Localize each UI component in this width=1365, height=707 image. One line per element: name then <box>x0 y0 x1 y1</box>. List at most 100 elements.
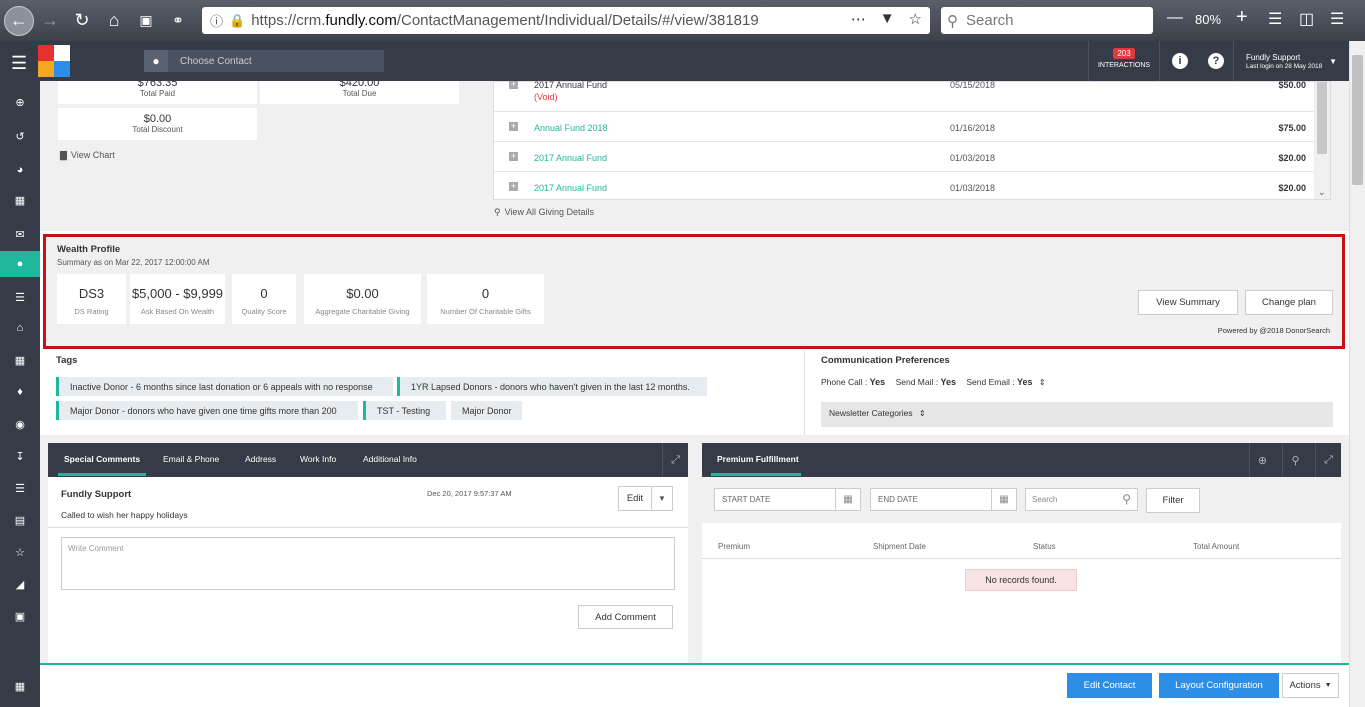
back-button[interactable]: ← <box>4 5 34 36</box>
choose-contact-select[interactable]: ● Choose Contact <box>144 50 384 72</box>
tag-item[interactable]: Major Donor <box>451 401 522 420</box>
info-icon[interactable]: i <box>1172 53 1188 69</box>
expand-plus-icon[interactable]: + <box>509 152 518 161</box>
giving-scrollbar-thumb[interactable] <box>1317 82 1327 154</box>
chevron-down-icon[interactable]: ⌄ <box>1318 187 1326 198</box>
library-icon[interactable]: ☰ <box>1268 9 1282 29</box>
download-icon[interactable]: ↧ <box>0 443 40 469</box>
private-mask-icon[interactable]: ⚭ <box>162 5 194 37</box>
browser-search-input[interactable]: ⚲ Search <box>941 7 1153 34</box>
giving-scrollbar[interactable]: ⌄ <box>1314 82 1330 199</box>
layers-icon[interactable]: ☰ <box>0 284 40 310</box>
forward-button[interactable]: → <box>34 5 66 37</box>
zoom-in-icon[interactable]: + <box>1236 6 1248 29</box>
layout-configuration-button[interactable]: Layout Configuration <box>1159 673 1279 698</box>
tab-additional-info[interactable]: Additional Info <box>363 454 417 464</box>
pocket-icon[interactable]: ▼ <box>880 10 895 28</box>
help-icon[interactable]: ? <box>1208 53 1224 69</box>
filter-button[interactable]: Filter <box>1146 488 1200 513</box>
expand-plus-icon[interactable]: + <box>509 182 518 191</box>
reload-button[interactable]: ↻ <box>66 5 98 37</box>
edit-contact-button[interactable]: Edit Contact <box>1067 673 1152 698</box>
add-icon[interactable]: ⊕ <box>0 89 40 115</box>
tag-item[interactable]: Major Donor - donors who have given one … <box>56 401 358 420</box>
table-row[interactable]: + 2017 Annual Fund (Void) 05/15/2018 $50… <box>494 81 1316 112</box>
table-row[interactable]: + 2017 Annual Fund 01/03/2018 $20.00 <box>494 172 1316 202</box>
menu-icon[interactable]: ☰ <box>1330 9 1344 29</box>
monitor-icon[interactable]: ▣ <box>0 603 40 629</box>
fund-link[interactable]: 2017 Annual Fund <box>534 183 607 193</box>
new-tab-icon[interactable]: ▣ <box>130 5 162 37</box>
zoom-out-icon[interactable]: — <box>1167 9 1183 27</box>
edit-comment-button[interactable]: Edit ▼ <box>618 486 673 511</box>
hamburger-menu-icon[interactable]: ☰ <box>11 53 27 74</box>
view-summary-button[interactable]: View Summary <box>1138 290 1238 315</box>
tag-item[interactable]: TST - Testing <box>363 401 446 420</box>
page-scrollbar-thumb[interactable] <box>1352 55 1363 185</box>
change-plan-button[interactable]: Change plan <box>1245 290 1333 315</box>
run-icon[interactable]: ☆ <box>0 539 40 565</box>
tab-work-info[interactable]: Work Info <box>300 454 336 464</box>
end-date-input[interactable]: END DATE ▦ <box>870 488 1017 511</box>
caret-down-icon[interactable]: ▼ <box>652 487 672 510</box>
expand-plus-icon[interactable]: + <box>509 81 518 89</box>
tab-email-phone[interactable]: Email & Phone <box>163 454 219 464</box>
tag-item[interactable]: Inactive Donor - 6 months since last don… <box>56 377 393 396</box>
column-header[interactable]: Premium <box>718 542 750 551</box>
history-icon[interactable]: ↺ <box>0 123 40 149</box>
column-header[interactable]: Total Amount <box>1193 542 1239 551</box>
tab-special-comments[interactable]: Special Comments <box>64 454 140 464</box>
table-row[interactable]: + Annual Fund 2018 01/16/2018 $75.00 <box>494 112 1316 142</box>
expand-plus-icon[interactable]: + <box>509 122 518 131</box>
table-row[interactable]: + 2017 Annual Fund 01/03/2018 $20.00 <box>494 142 1316 172</box>
id-card-icon[interactable]: ▤ <box>0 507 40 533</box>
start-date-input[interactable]: START DATE ▦ <box>714 488 861 511</box>
restaurant-icon[interactable]: ☰ <box>0 475 40 501</box>
add-circle-icon[interactable]: ⊕ <box>1249 443 1275 477</box>
home-icon[interactable]: ⌂ <box>98 5 130 37</box>
fund-link[interactable]: Annual Fund 2018 <box>534 123 608 133</box>
calendar-icon[interactable]: ▦ <box>835 489 860 510</box>
sort-icon[interactable]: ⇕ <box>1039 378 1046 387</box>
sidebar-icon[interactable]: ◫ <box>1299 9 1314 29</box>
calendar-icon[interactable]: ▦ <box>0 347 40 373</box>
money-bag-icon[interactable]: ◉ <box>0 411 40 437</box>
mail-icon[interactable]: ✉ <box>0 221 40 247</box>
expand-icon[interactable]: ⤢ <box>662 443 688 477</box>
ticket-icon[interactable]: ♦ <box>0 379 40 405</box>
info-icon[interactable]: ⓘ <box>210 11 223 30</box>
interactions-button[interactable]: 203 INTERACTIONS <box>1088 41 1160 81</box>
chart-area-icon[interactable]: ◢ <box>0 571 40 597</box>
actions-dropdown[interactable]: Actions ▼ <box>1282 673 1339 698</box>
dashboard-gauge-icon[interactable]: ◕ <box>0 157 40 183</box>
more-icon[interactable]: ⋯ <box>851 10 866 28</box>
address-bar[interactable]: ⓘ 🔒 https://crm.fundly.com/ContactManage… <box>202 7 930 34</box>
user-menu[interactable]: Fundly Support Last login on 28 May 2018… <box>1233 41 1349 81</box>
left-navigation: ⊕ ↺ ◕ ▦ ✉ ● ☰ ⌂ ▦ ♦ ◉ ↧ ☰ ▤ ☆ ◢ ▣ ▦ <box>0 81 40 707</box>
write-comment-input[interactable]: Write Comment <box>61 537 675 590</box>
apps-grid-icon[interactable]: ▦ <box>0 673 40 699</box>
calendar-icon[interactable]: ▦ <box>991 489 1016 510</box>
tag-item[interactable]: 1YR Lapsed Donors - donors who haven't g… <box>397 377 707 396</box>
fund-link[interactable]: 2017 Annual Fund <box>534 153 607 163</box>
page-scrollbar[interactable] <box>1349 41 1365 707</box>
tab-address[interactable]: Address <box>245 454 276 464</box>
view-all-giving-link[interactable]: ⚲ View All Giving Details <box>494 207 594 218</box>
premium-search-input[interactable]: Search ⚲ <box>1025 488 1138 511</box>
view-chart-link[interactable]: ▇ View Chart <box>60 150 115 161</box>
grid-icon[interactable]: ▦ <box>0 187 40 213</box>
add-comment-button[interactable]: Add Comment <box>578 605 673 629</box>
bookmark-star-icon[interactable]: ☆ <box>909 10 922 28</box>
column-header[interactable]: Status <box>1033 542 1056 551</box>
column-header[interactable]: Shipment Date <box>873 542 926 551</box>
newsletter-categories-toggle[interactable]: Newsletter Categories ⇕ <box>821 402 1333 427</box>
phone-label: Phone Call : <box>821 377 870 387</box>
ds-rating-card: DS3 DS Rating <box>57 274 126 324</box>
search-icon[interactable]: ⚲ <box>1282 443 1308 477</box>
expand-icon[interactable]: ⤢ <box>1315 443 1341 477</box>
tab-premium-fulfillment[interactable]: Premium Fulfillment <box>717 454 799 464</box>
contacts-user-icon[interactable]: ● <box>0 251 40 277</box>
zoom-level[interactable]: 80% <box>1195 12 1221 27</box>
bank-icon[interactable]: ⌂ <box>0 315 40 341</box>
edit-label[interactable]: Edit <box>619 487 652 510</box>
